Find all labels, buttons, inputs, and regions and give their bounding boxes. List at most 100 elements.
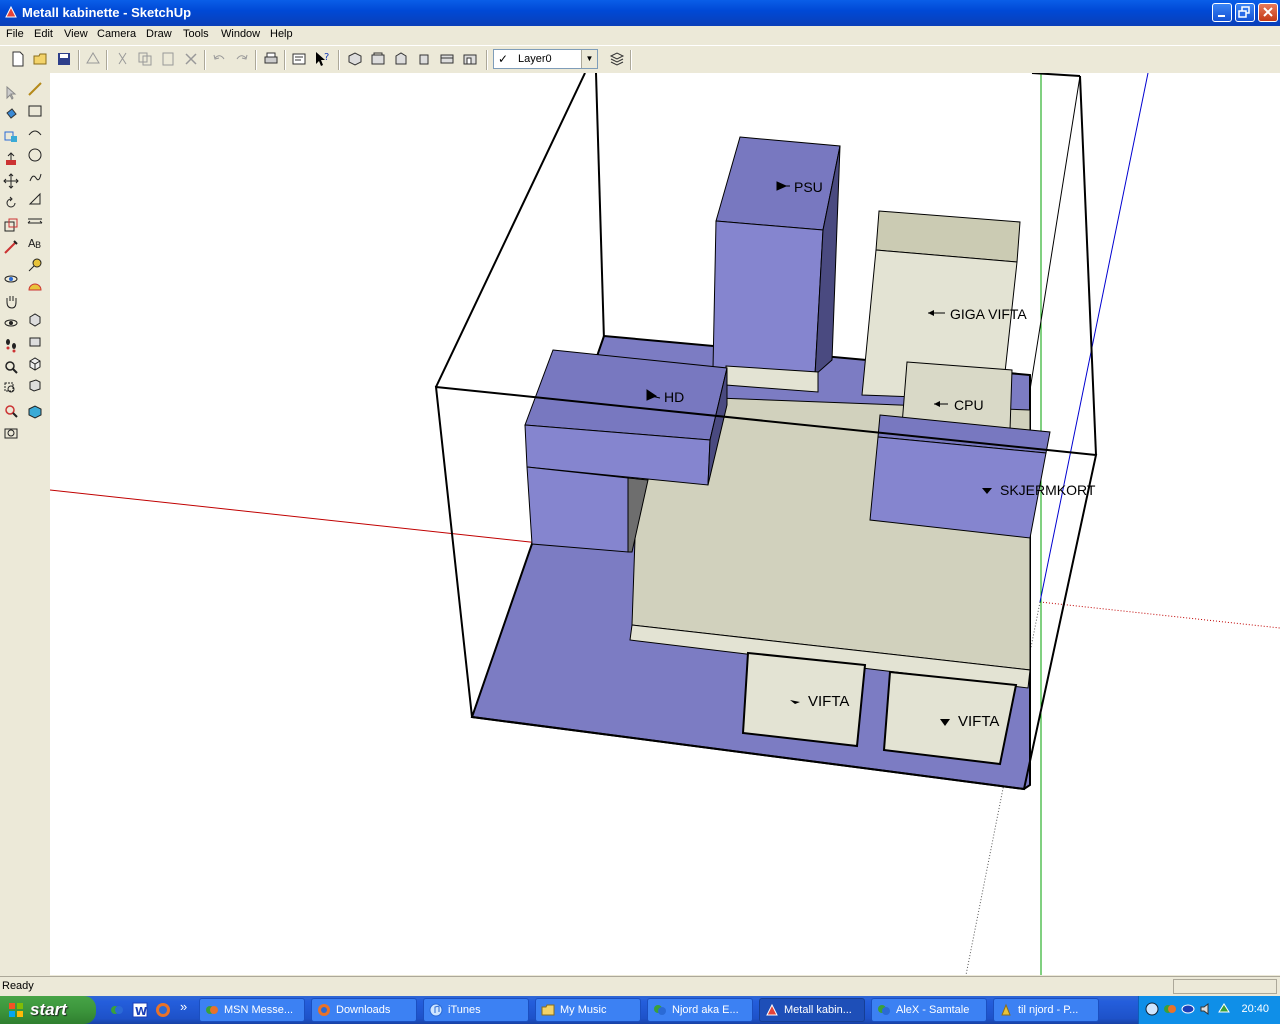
select-arrow-icon[interactable] — [3, 85, 19, 101]
menu-camera[interactable]: Camera — [97, 28, 136, 40]
zoom-window-icon[interactable] — [3, 381, 19, 397]
menu-draw[interactable]: Draw — [146, 28, 172, 40]
layer-visible-checkmark: ✓ — [498, 52, 509, 66]
task-sketchup[interactable]: Metall kabin... — [759, 998, 865, 1022]
polygon-icon[interactable] — [27, 191, 43, 207]
view-back-icon[interactable] — [438, 50, 456, 68]
task-msn[interactable]: MSN Messe... — [199, 998, 305, 1022]
task-label: MSN Messe... — [224, 1004, 294, 1016]
start-label: start — [30, 1000, 67, 1019]
toolbar-separator — [630, 50, 632, 70]
task-njord[interactable]: Njord aka E... — [647, 998, 753, 1022]
layers-manager-icon[interactable] — [608, 50, 626, 68]
close-button[interactable] — [1258, 3, 1278, 22]
scale-icon[interactable] — [3, 217, 19, 233]
task-my-music[interactable]: My Music — [535, 998, 641, 1022]
section-plane-icon[interactable] — [27, 403, 43, 419]
view-top-icon[interactable] — [369, 50, 387, 68]
model-drawing[interactable]: PSU GIGA VIFTA CPU HD SKJERMKORT VIFTA V… — [50, 73, 1280, 975]
arc-icon[interactable] — [27, 125, 43, 141]
task-itunes[interactable]: iTunes — [423, 998, 529, 1022]
sound-icon[interactable] — [1199, 1002, 1213, 1016]
measurements-box[interactable] — [1173, 979, 1277, 994]
freehand-icon[interactable] — [27, 169, 43, 185]
iso-view-icon[interactable] — [27, 355, 43, 371]
paste-icon[interactable] — [159, 50, 177, 68]
move-icon[interactable] — [3, 173, 19, 189]
new-file-icon[interactable] — [9, 50, 27, 68]
restore-button[interactable] — [1235, 3, 1255, 22]
view-iso-icon[interactable] — [346, 50, 364, 68]
offset-icon[interactable] — [3, 239, 19, 255]
task-label: Downloads — [336, 1004, 391, 1016]
previous-view-icon[interactable] — [3, 425, 19, 441]
start-button[interactable]: start — [0, 996, 96, 1024]
make-component-icon[interactable] — [84, 50, 102, 68]
box-edge — [435, 73, 586, 388]
msn-quicklaunch-icon[interactable] — [109, 1002, 125, 1018]
menu-tools[interactable]: Tools — [183, 28, 209, 40]
undo-icon[interactable] — [210, 50, 228, 68]
toolbar-separator — [106, 50, 108, 70]
erase-icon[interactable] — [182, 50, 200, 68]
quicklaunch-overflow[interactable]: » — [180, 999, 187, 1014]
task-label: til njord - P... — [1018, 1004, 1079, 1016]
look-around-icon[interactable] — [3, 315, 19, 331]
zoom-extents-icon[interactable] — [3, 403, 19, 419]
model-info-icon[interactable] — [290, 50, 308, 68]
view-right-icon[interactable] — [415, 50, 433, 68]
update-icon[interactable] — [1217, 1002, 1231, 1016]
menu-file[interactable]: File — [6, 28, 24, 40]
text-icon[interactable]: AB — [27, 235, 43, 251]
network-icon[interactable] — [1145, 1002, 1159, 1016]
task-label: My Music — [560, 1004, 607, 1016]
front-view-icon[interactable] — [27, 311, 43, 327]
task-alex-samtale[interactable]: AleX - Samtale — [871, 998, 987, 1022]
firefox-quicklaunch-icon[interactable] — [155, 1002, 171, 1018]
task-label: Metall kabin... — [784, 1004, 852, 1016]
rectangle-icon[interactable] — [27, 103, 43, 119]
push-pull-icon[interactable] — [3, 151, 19, 167]
sketchup-icon — [766, 1003, 778, 1016]
menu-window[interactable]: Window — [221, 28, 260, 40]
clock: 20:40 — [1241, 1003, 1269, 1015]
menu-edit[interactable]: Edit — [34, 28, 53, 40]
paint-bucket-icon[interactable] — [3, 107, 19, 123]
right-view-icon[interactable] — [27, 377, 43, 393]
save-icon[interactable] — [55, 50, 73, 68]
open-folder-icon[interactable] — [32, 50, 50, 68]
orbit-icon[interactable] — [3, 271, 19, 287]
zoom-icon[interactable] — [3, 359, 19, 375]
antivirus-icon[interactable] — [1181, 1002, 1195, 1016]
msn-tray-icon[interactable] — [1163, 1002, 1177, 1016]
view-left-icon[interactable] — [461, 50, 479, 68]
redo-icon[interactable] — [233, 50, 251, 68]
rotate-icon[interactable] — [3, 195, 19, 211]
menu-help[interactable]: Help — [270, 28, 293, 40]
task-til-njord[interactable]: til njord - P... — [993, 998, 1099, 1022]
minimize-button[interactable] — [1212, 3, 1232, 22]
menu-view[interactable]: View — [64, 28, 88, 40]
pan-hand-icon[interactable] — [3, 293, 19, 309]
view-front-icon[interactable] — [392, 50, 410, 68]
layer-name: Layer0 — [518, 53, 552, 65]
3d-viewport[interactable]: PSU GIGA VIFTA CPU HD SKJERMKORT VIFTA V… — [50, 73, 1280, 975]
cut-icon[interactable] — [114, 50, 132, 68]
component-icon[interactable] — [3, 129, 19, 145]
context-help-icon[interactable]: ? — [313, 50, 331, 68]
circle-icon[interactable] — [27, 147, 43, 163]
protractor-icon[interactable] — [27, 279, 43, 295]
walk-icon[interactable] — [3, 337, 19, 353]
dimension-icon[interactable] — [27, 213, 43, 229]
layer-dropdown[interactable]: ✓ Layer0 ▼ — [493, 49, 598, 69]
copy-icon[interactable] — [136, 50, 154, 68]
chevron-down-icon[interactable]: ▼ — [581, 50, 597, 68]
task-downloads[interactable]: Downloads — [311, 998, 417, 1022]
word-quicklaunch-icon[interactable]: W — [132, 1002, 148, 1018]
psu-front[interactable] — [712, 220, 824, 376]
print-icon[interactable] — [262, 50, 280, 68]
box-edge — [1031, 73, 1081, 77]
tape-measure-icon[interactable] — [27, 257, 43, 273]
pencil-line-icon[interactable] — [27, 81, 43, 97]
top-view-icon[interactable] — [27, 333, 43, 349]
